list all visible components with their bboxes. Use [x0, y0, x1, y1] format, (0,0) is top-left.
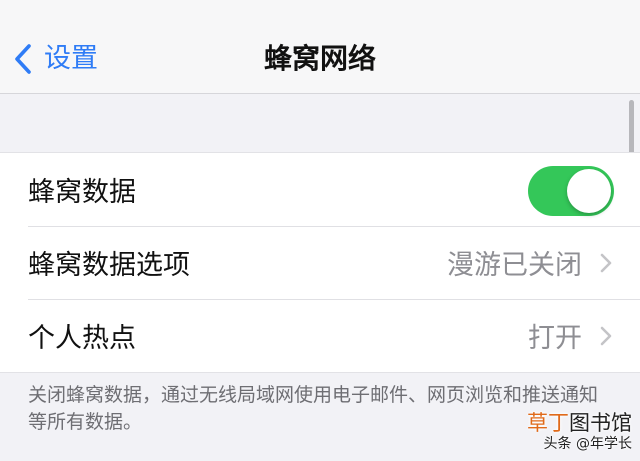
row-cellular-data-options[interactable]: 蜂窝数据选项 漫游已关闭 [0, 226, 640, 299]
page-title: 蜂窝网络 [263, 42, 376, 75]
row-label: 蜂窝数据选项 [28, 250, 190, 281]
row-value: 漫游已关闭 [447, 250, 582, 281]
chevron-right-icon [600, 253, 612, 273]
row-label: 蜂窝数据 [28, 177, 136, 208]
settings-group: 蜂窝数据 蜂窝数据选项 漫游已关闭 个人热点 打开 [0, 152, 640, 373]
row-cellular-data: 蜂窝数据 [0, 153, 640, 226]
watermark: 草丁图书馆 头条 @年学长 [527, 411, 632, 453]
row-label: 个人热点 [28, 323, 136, 354]
cellular-data-toggle[interactable] [528, 166, 614, 216]
chevron-right-icon [600, 326, 612, 346]
footer-description: 关闭蜂窝数据，通过无线局域网使用电子邮件、网页浏览和推送通知等所有数据。 [28, 384, 599, 433]
row-personal-hotspot[interactable]: 个人热点 打开 [0, 299, 640, 372]
watermark-source: 头条 @年学长 [543, 436, 632, 452]
row-value: 打开 [528, 323, 582, 354]
watermark-accent: 草丁 [527, 411, 569, 435]
watermark-title: 草丁图书馆 [527, 411, 632, 435]
navigation-bar: 设置 蜂窝网络 [0, 0, 640, 94]
watermark-rest: 图书馆 [569, 411, 632, 435]
toggle-knob [567, 169, 611, 213]
